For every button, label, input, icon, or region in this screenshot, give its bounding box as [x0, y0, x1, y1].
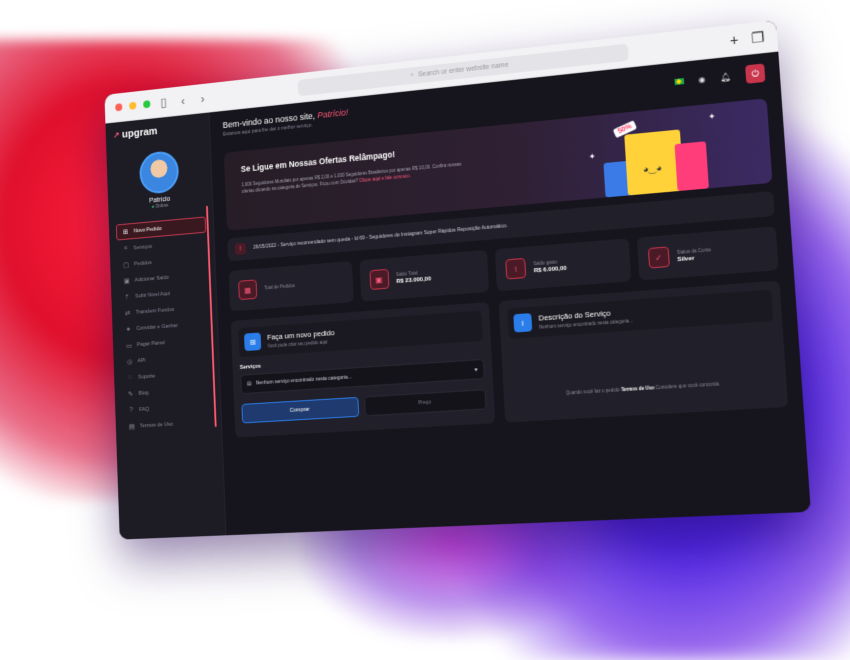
browser-window: ▯ ‹ › ⌕ Search or enter website name + ❐…: [104, 20, 810, 540]
minimize-dot[interactable]: [129, 102, 136, 110]
chevron-down-icon: ▾: [474, 366, 477, 373]
address-placeholder: Search or enter website name: [418, 61, 509, 78]
sidebar-item-termos[interactable]: ▤ Termos de Uso: [123, 414, 214, 434]
sidebar-toggle-icon[interactable]: ▯: [157, 94, 170, 110]
service-description-panel: i Descrição do Serviço Nenhum serviço en…: [499, 281, 789, 423]
order-icon: ▦: [238, 279, 257, 300]
spent-icon: !: [505, 258, 526, 280]
new-order-panel: ⊞ Faça um novo pedido Você pode criar se…: [231, 302, 496, 438]
terms-link[interactable]: Termos de Uso: [621, 385, 655, 392]
doc-icon: ▤: [128, 422, 135, 430]
card-icon: ▭: [125, 341, 132, 349]
back-icon[interactable]: ‹: [177, 93, 190, 108]
sidebar: ↗ upgram Patrício ● Online ⊞ Novo Pedido …: [105, 112, 226, 539]
box-icon: ▢: [122, 261, 129, 269]
notice-text: 26/05/2022 - Serviço recomendado sem que…: [253, 223, 507, 251]
logo-text: upgram: [122, 126, 158, 141]
shopping-bags-illustration: ◕‿◕ 50% ✦ ✦: [587, 107, 747, 199]
maximize-dot[interactable]: [143, 100, 150, 108]
description-header: i Descrição do Serviço Nenhum serviço en…: [507, 290, 774, 339]
brazil-flag-icon[interactable]: [674, 78, 684, 85]
shield-icon: ✓: [647, 246, 669, 268]
sparkle-icon: ✦: [589, 152, 596, 162]
help-icon: ?: [128, 407, 135, 414]
terms-note: Quando você faz o pedido Termos de Uso C…: [512, 378, 778, 399]
smile-face-icon: ◕‿◕: [643, 163, 662, 176]
blog-icon: ✎: [127, 390, 134, 398]
buy-button[interactable]: Comprar: [241, 397, 359, 424]
info-icon: i: [513, 313, 532, 332]
list-icon: ▤: [247, 381, 252, 387]
avatar[interactable]: [138, 150, 178, 195]
stat-saldo-gasto: ! Saldo gasto R$ 6.000,00: [495, 238, 631, 291]
price-field[interactable]: Preço: [364, 389, 487, 416]
main-content: Bem-vindo ao nosso site, Patrício! Estam…: [210, 52, 811, 537]
up-icon: ⇡: [124, 293, 131, 301]
search-icon: ⌕: [410, 71, 414, 79]
wallet-icon: ▣: [123, 277, 130, 285]
user-icon[interactable]: ◉: [698, 74, 706, 84]
stage: ▯ ‹ › ⌕ Search or enter website name + ❐…: [0, 0, 850, 640]
cart-icon: ⊞: [122, 228, 129, 236]
list-icon: ≡: [122, 245, 129, 252]
transfer-icon: ⇄: [124, 309, 131, 317]
support-icon: ◌: [126, 374, 133, 381]
code-icon: ◎: [126, 357, 133, 365]
alert-icon: !: [235, 243, 246, 255]
logo[interactable]: ↗ upgram: [113, 121, 203, 142]
stat-saldo-total: ▣ Saldo Total R$ 23.000,00: [359, 250, 489, 302]
wallet-icon: ▣: [369, 269, 389, 290]
bell-icon[interactable]: 🔔︎: [720, 72, 731, 82]
power-icon: ⏻: [751, 68, 759, 80]
logo-mark-icon: ↗: [113, 130, 120, 141]
cart-icon: ⊞: [244, 332, 261, 351]
tabs-icon[interactable]: ❐: [751, 28, 765, 47]
stat-status-conta: ✓ Status da Conta Silver: [636, 226, 778, 280]
power-button[interactable]: ⏻: [745, 63, 765, 83]
stat-total-pedidos: ▦ Total de Pedidos: [229, 261, 354, 311]
sparkle-icon: ✦: [708, 112, 716, 122]
new-tab-icon[interactable]: +: [729, 31, 739, 49]
app: ↗ upgram Patrício ● Online ⊞ Novo Pedido …: [105, 52, 810, 540]
gift-icon: ✦: [125, 325, 132, 333]
forward-icon[interactable]: ›: [196, 90, 209, 105]
close-dot[interactable]: [115, 103, 122, 111]
